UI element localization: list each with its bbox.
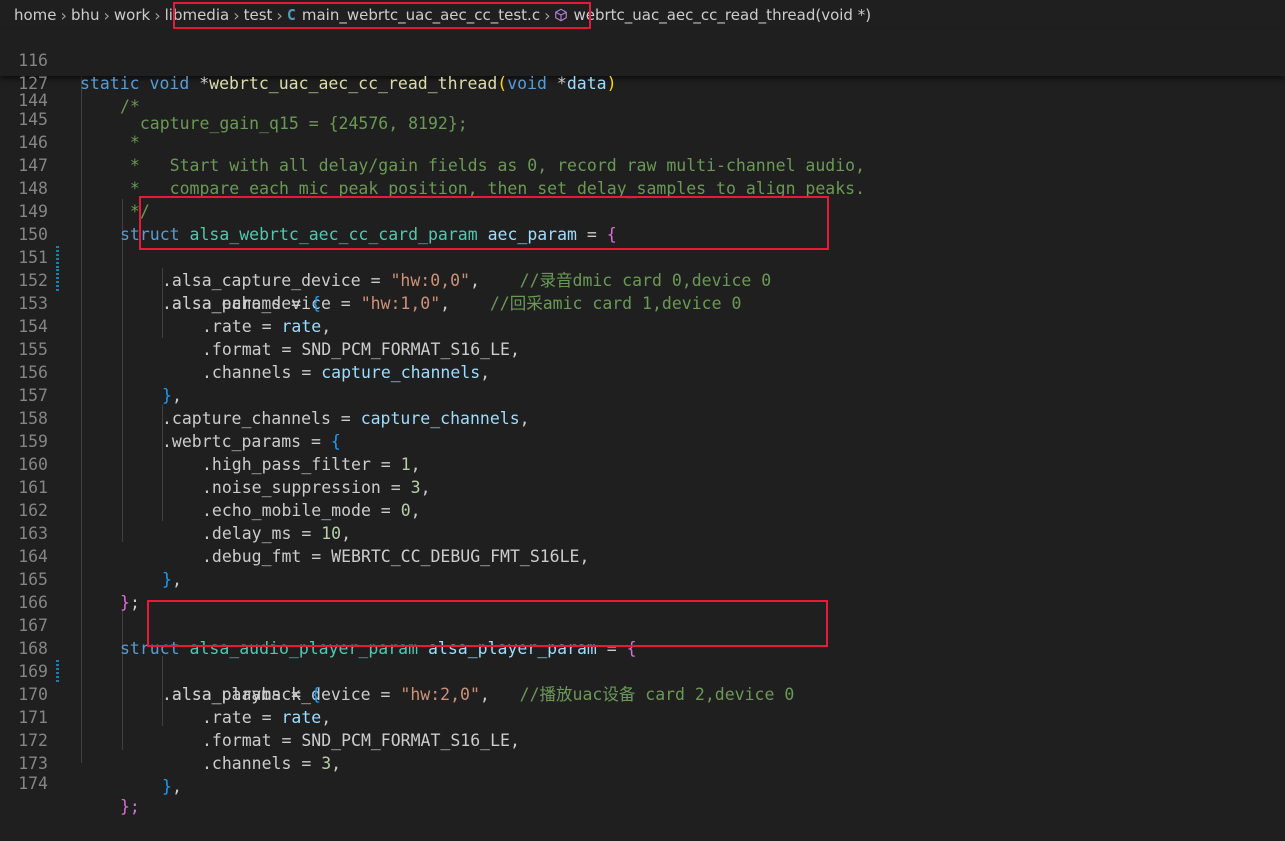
code-text: /* [120, 97, 140, 116]
code-line-127[interactable]: 127 /* [0, 49, 1285, 116]
code-line-166[interactable]: 166 [0, 568, 1285, 612]
sticky-scroll-header: 116 static void *webrtc_uac_aec_cc_read_… [0, 30, 1285, 116]
code-line-174[interactable]: 174 }; [0, 749, 1285, 816]
code-line-158[interactable]: 158 .webrtc_params = { [0, 384, 1285, 451]
code-line-157[interactable]: 157 .capture_channels = capture_channels… [0, 361, 1285, 428]
code-text: }; [120, 797, 140, 816]
code-line-171[interactable]: 171 .format = SND_PCM_FORMAT_S16_LE, [0, 683, 1285, 750]
code-line-116[interactable]: 116 static void *webrtc_uac_aec_cc_read_… [0, 26, 1285, 93]
code-line-165[interactable]: 165 }; [0, 545, 1285, 612]
code-line-153[interactable]: 153 .rate = rate, [0, 269, 1285, 336]
highlight-box-playback-device [147, 600, 828, 647]
line-number: 127 [18, 74, 48, 93]
code-line-147[interactable]: 147 * compare each mic peak position, th… [0, 131, 1285, 198]
code-line-160[interactable]: 160 .noise_suppression = 3, [0, 430, 1285, 497]
line-number: 174 [18, 774, 48, 793]
code-line-155[interactable]: 155 .channels = capture_channels, [0, 315, 1285, 382]
code-line-146[interactable]: 146 * Start with all delay/gain fields a… [0, 108, 1285, 175]
code-line-148[interactable]: 148 */ [0, 154, 1285, 221]
code-line-164[interactable]: 164 }, [0, 522, 1285, 589]
code-line-156[interactable]: 156 }, [0, 338, 1285, 405]
code-line-161[interactable]: 161 .echo_mobile_mode = 0, [0, 453, 1285, 520]
code-editor[interactable]: 144 capture_gain_q15 = {24576, 8192}; 14… [0, 0, 1285, 816]
code-line-172[interactable]: 172 .channels = 3, [0, 706, 1285, 773]
code-line-154[interactable]: 154 .format = SND_PCM_FORMAT_S16_LE, [0, 292, 1285, 359]
code-line-163[interactable]: 163 .debug_fmt = WEBRTC_CC_DEBUG_FMT_S16… [0, 499, 1285, 566]
code-line-162[interactable]: 162 .delay_ms = 10, [0, 476, 1285, 543]
code-text: static void *webrtc_uac_aec_cc_read_thre… [80, 74, 617, 93]
code-line-159[interactable]: 159 .high_pass_filter = 1, [0, 407, 1285, 474]
highlight-box-capture-echo-devices [139, 196, 829, 250]
code-line-170[interactable]: 170 .rate = rate, [0, 660, 1285, 727]
code-text: }, [162, 777, 182, 796]
